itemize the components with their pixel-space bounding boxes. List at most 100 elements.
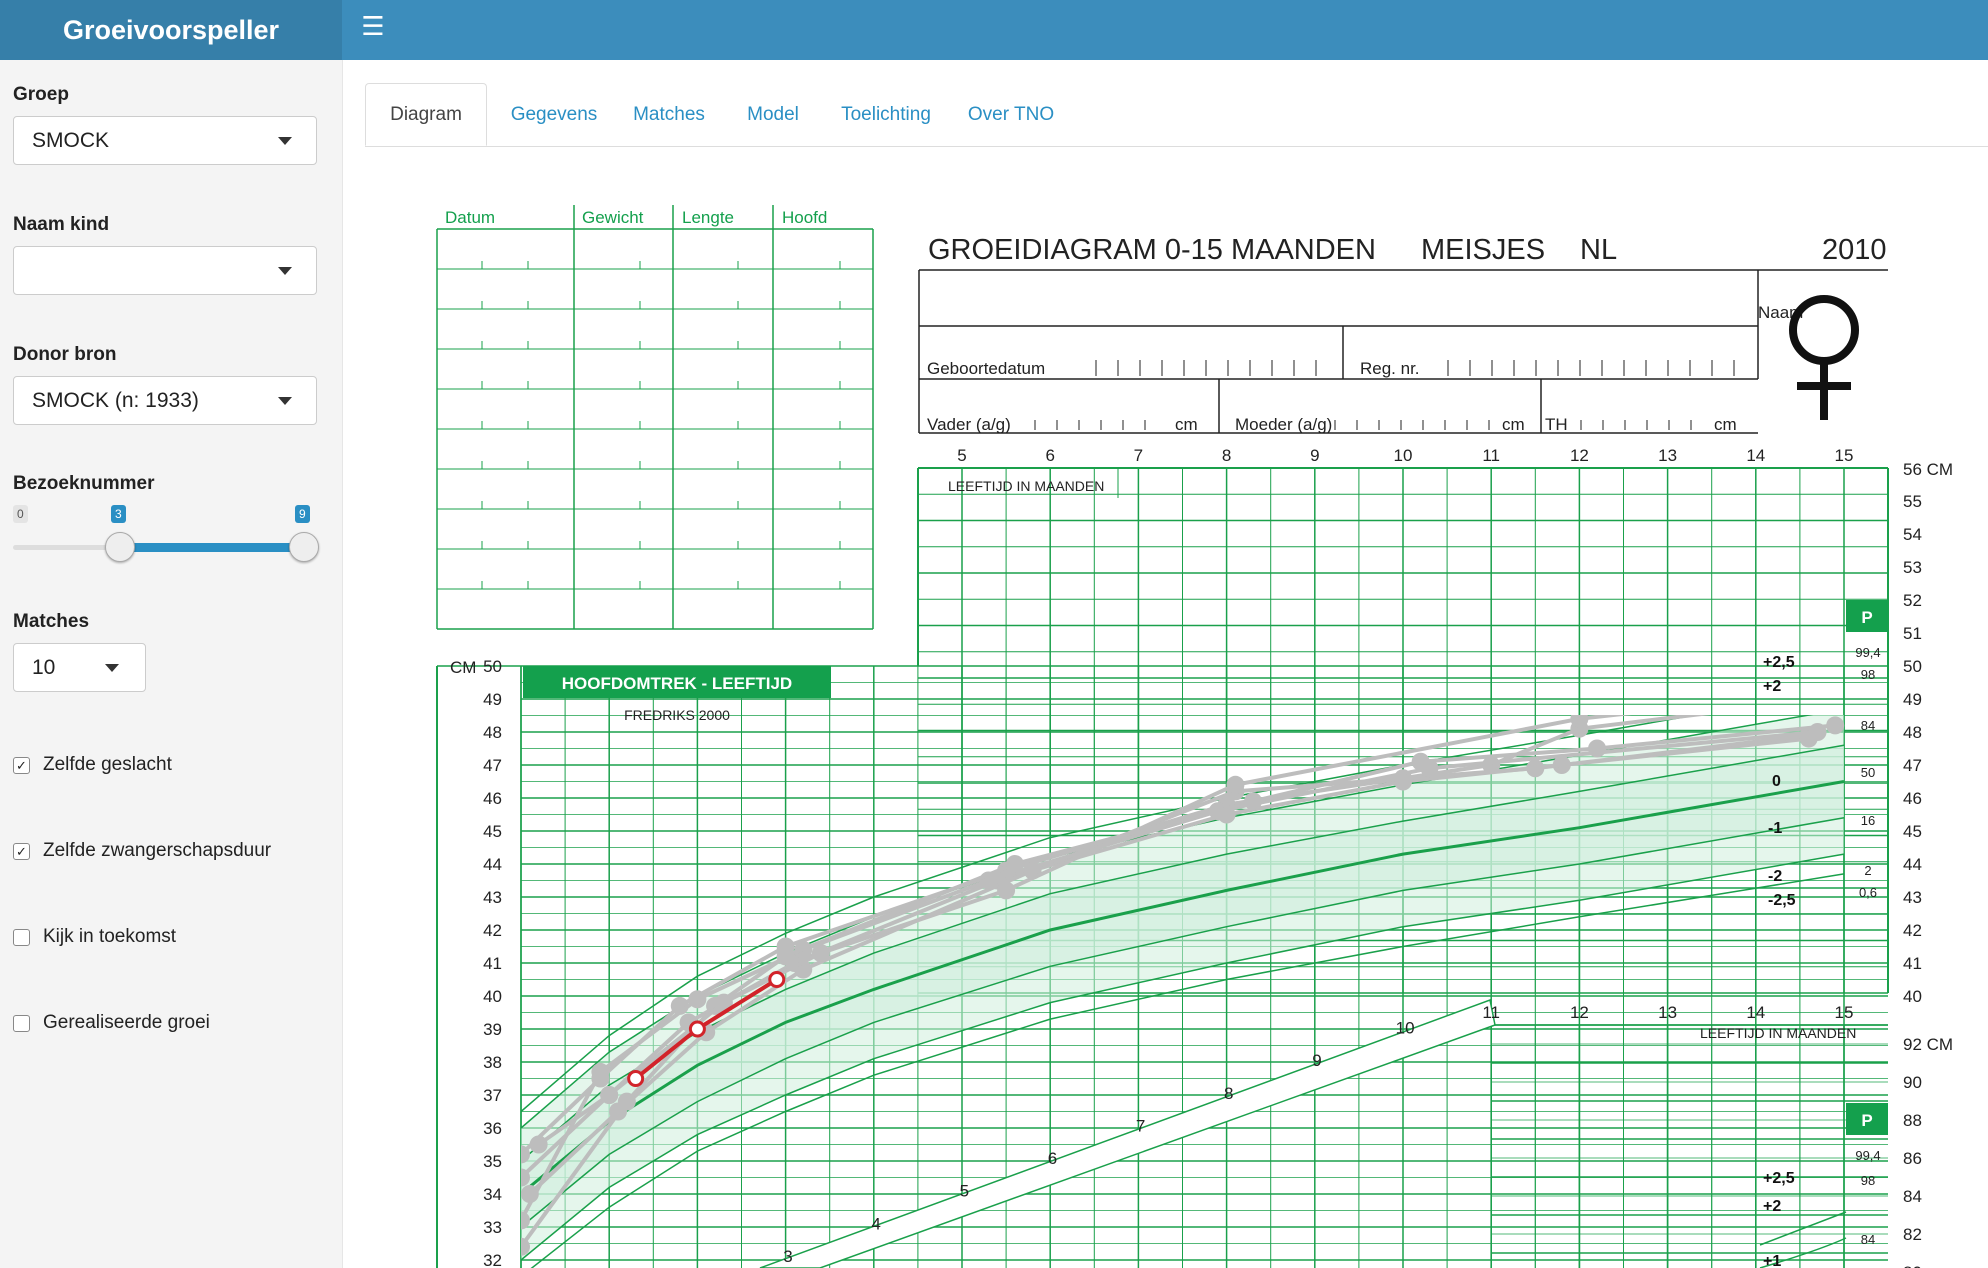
naam-kind-select[interactable] [13, 246, 317, 295]
slider-handle-low[interactable] [105, 532, 135, 562]
y-tick-label: 36 [483, 1119, 502, 1138]
y-tick-label-right: 52 [1903, 591, 1922, 610]
match-data-point [521, 1145, 530, 1164]
hamburger-menu-icon[interactable]: ☰ [355, 8, 391, 44]
field-th-unit: cm [1714, 415, 1737, 434]
pct-label: 84 [1861, 718, 1875, 733]
match-data-point [1411, 752, 1430, 771]
groep-select[interactable]: SMOCK [13, 116, 317, 165]
checkbox-checked-icon[interactable]: ✓ [13, 756, 30, 774]
tab-gegevens[interactable]: Gegevens [499, 83, 609, 146]
match-data-point [997, 881, 1016, 900]
y-tick-label-right: 51 [1903, 624, 1922, 643]
tab-matches[interactable]: Matches [619, 83, 719, 146]
pct-label: 99,4 [1855, 645, 1880, 660]
pct-label-lower: 84 [1861, 1232, 1875, 1247]
diagonal-tick-label: 3 [783, 1247, 792, 1266]
chevron-down-icon [278, 137, 292, 145]
x-tick-label: 7 [1134, 446, 1143, 465]
x-tick-label-lower: 11 [1482, 1003, 1500, 1022]
checkbox-zelfde-zwangerschapsduur[interactable]: ✓ Zelfde zwangerschapsduur [13, 840, 271, 862]
match-data-point [1226, 775, 1245, 794]
pct-label: 0,6 [1859, 885, 1877, 900]
checkbox-checked-icon[interactable]: ✓ [13, 842, 30, 860]
field-geboortedatum: Geboortedatum [927, 359, 1045, 378]
field-th: TH [1545, 415, 1568, 434]
p-badge-lower: P [1846, 1103, 1888, 1135]
match-data-point [521, 1237, 530, 1256]
y-unit-right-bottom: 92 CM [1903, 1035, 1953, 1054]
sd-label: +2,5 [1763, 654, 1795, 671]
slider-handle-high[interactable] [289, 532, 319, 562]
child-data-point [688, 1020, 706, 1038]
checkbox-label: Zelfde zwangerschapsduur [43, 840, 272, 861]
match-data-point [521, 1211, 530, 1230]
p-badge-upper: P [1846, 600, 1888, 632]
x-tick-label: 15 [1835, 446, 1854, 465]
p-label: P [1861, 1111, 1872, 1130]
match-data-point [776, 947, 795, 966]
donor-bron-select-value: SMOCK (n: 1933) [32, 389, 199, 412]
match-data-point [600, 1086, 619, 1104]
tab-model[interactable]: Model [729, 83, 817, 146]
x-tick-label: 13 [1658, 446, 1677, 465]
diagram-title: GROEIDIAGRAM 0-15 MAANDEN [928, 234, 1376, 266]
checkbox-gerealiseerde-groei[interactable]: Gerealiseerde groei [13, 1012, 210, 1034]
match-data-point [1588, 739, 1607, 758]
sd-label: -1 [1768, 820, 1782, 837]
diagram-country: NL [1580, 234, 1617, 266]
x-tick-label: 10 [1394, 446, 1413, 465]
y-tick-label-right-lower: 90 [1903, 1073, 1922, 1092]
diagonal-tick-label: 10 [1396, 1019, 1415, 1038]
y-tick-label: 47 [483, 756, 502, 775]
bezoeknummer-slider[interactable]: 0 3 9 [13, 505, 319, 565]
table-header-gewicht: Gewicht [582, 208, 644, 227]
head-panel-title: HOOFDOMTREK - LEEFTIJD [562, 674, 792, 693]
matches-select[interactable]: 10 [13, 643, 146, 692]
pct-label: 98 [1861, 667, 1875, 682]
checkbox-kijk-in-toekomst[interactable]: Kijk in toekomst [13, 926, 176, 948]
field-vader-unit: cm [1175, 415, 1198, 434]
diagonal-tick-label: 8 [1224, 1084, 1233, 1103]
chevron-down-icon [278, 397, 292, 405]
x-tick-label-lower: 12 [1570, 1003, 1589, 1022]
checkbox-unchecked-icon[interactable] [13, 928, 30, 946]
donor-bron-label: Donor bron [13, 344, 117, 365]
field-moeder-unit: cm [1502, 415, 1525, 434]
checkbox-unchecked-icon[interactable] [13, 1014, 30, 1032]
table-header-datum: Datum [445, 208, 495, 227]
tab-diagram[interactable]: Diagram [365, 83, 487, 146]
y-tick-label: 42 [483, 921, 502, 940]
checkbox-label: Gerealiseerde groei [43, 1012, 210, 1033]
tab-over-tno[interactable]: Over TNO [955, 83, 1067, 146]
y-tick-label: 50 [483, 657, 502, 676]
y-tick-label-right-lower: 84 [1903, 1187, 1922, 1206]
y-tick-label: 35 [483, 1152, 502, 1171]
slider-low-label: 3 [111, 505, 126, 523]
x-tick-label: 9 [1310, 446, 1319, 465]
head-panel-header: HOOFDOMTREK - LEEFTIJD FREDRIKS 2000 [523, 666, 831, 723]
match-data-point [617, 1092, 636, 1111]
slider-high-label: 9 [295, 505, 310, 523]
x-tick-label: 14 [1746, 446, 1765, 465]
match-data-point [1526, 759, 1545, 778]
naam-kind-label: Naam kind [13, 214, 110, 235]
donor-bron-select[interactable]: SMOCK (n: 1933) [13, 376, 317, 425]
y-tick-label-right-lower: 82 [1903, 1225, 1922, 1244]
chevron-down-icon [105, 664, 119, 672]
sd-label: -2,5 [1768, 892, 1796, 909]
matches-label: Matches [13, 611, 90, 632]
checkbox-zelfde-geslacht[interactable]: ✓ Zelfde geslacht [13, 754, 172, 776]
pct-label: 16 [1861, 813, 1875, 828]
sd-label: 0 [1772, 773, 1781, 790]
y-tick-label-right-lower: 88 [1903, 1111, 1922, 1130]
x-tick-label: 6 [1045, 446, 1054, 465]
match-data-point [591, 1062, 610, 1081]
match-data-point [521, 1168, 530, 1187]
x-tick-label-lower: 15 [1835, 1003, 1854, 1022]
y-tick-label: 34 [483, 1185, 502, 1204]
y-tick-label: 46 [483, 789, 502, 808]
x-tick-label-lower: 13 [1658, 1003, 1677, 1022]
tab-toelichting[interactable]: Toelichting [827, 83, 945, 146]
sd-label-lower: +2 [1763, 1198, 1781, 1215]
